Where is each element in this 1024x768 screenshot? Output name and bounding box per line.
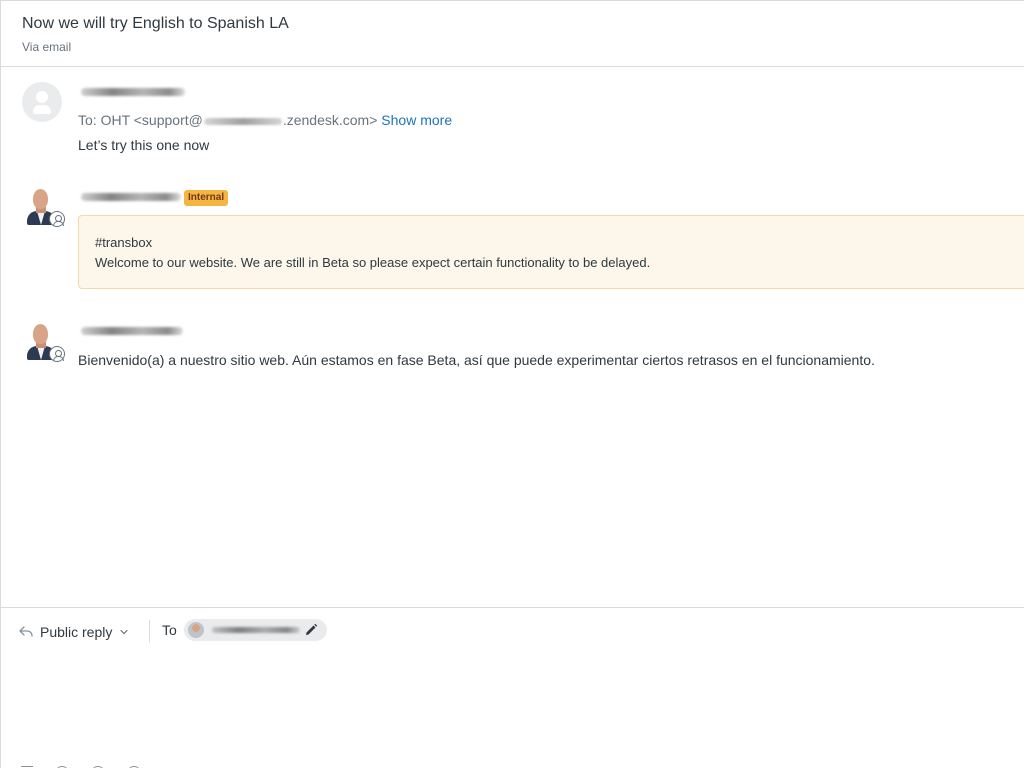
reply-composer: Public reply To — [1, 607, 1024, 768]
reply-type-label: Public reply — [40, 624, 113, 640]
sender-name-redacted[interactable] — [81, 327, 183, 335]
agent-badge-icon — [49, 346, 65, 362]
internal-note-box: #transbox Welcome to our website. We are… — [78, 215, 1024, 289]
pencil-edit-icon[interactable] — [304, 623, 318, 637]
divider — [149, 620, 150, 642]
recipient-pill[interactable] — [184, 619, 327, 641]
sender-name-redacted[interactable] — [81, 88, 185, 96]
recipients-line: To: OHT <support@ .zendesk.com> Show more — [78, 112, 452, 128]
chevron-down-icon — [120, 629, 128, 635]
agent-avatar[interactable] — [25, 322, 65, 362]
internal-badge: Internal — [184, 190, 229, 206]
to-label: To — [162, 622, 177, 638]
default-user-avatar-icon[interactable] — [22, 82, 62, 122]
note-line: #transbox — [95, 235, 153, 250]
ticket-header: Now we will try English to Spanish LA Vi… — [1, 1, 1024, 67]
sender-name-redacted[interactable] — [81, 193, 181, 201]
recipient-suffix: .zendesk.com> — [282, 112, 378, 128]
message-body: Bienvenido(a) a nuestro sitio web. Aún e… — [78, 352, 875, 368]
recipient-name-redacted — [212, 627, 300, 633]
reply-type-dropdown[interactable]: Public reply — [18, 622, 129, 642]
agent-badge-icon — [49, 211, 65, 227]
show-more-link[interactable]: Show more — [381, 112, 452, 128]
recipient-prefix: To: OHT <support@ — [78, 112, 203, 128]
note-line: Welcome to our website. We are still in … — [95, 255, 651, 270]
ticket-conversation-pane: Now we will try English to Spanish LA Vi… — [0, 0, 1024, 768]
redacted-domain — [203, 117, 282, 125]
recipient-avatar — [188, 622, 204, 638]
agent-avatar[interactable] — [25, 187, 65, 227]
ticket-title: Now we will try English to Spanish LA — [22, 15, 289, 32]
ticket-channel: Via email — [22, 40, 72, 54]
reply-arrow-icon — [19, 626, 33, 637]
message-body: Let’s try this one now — [78, 137, 210, 153]
